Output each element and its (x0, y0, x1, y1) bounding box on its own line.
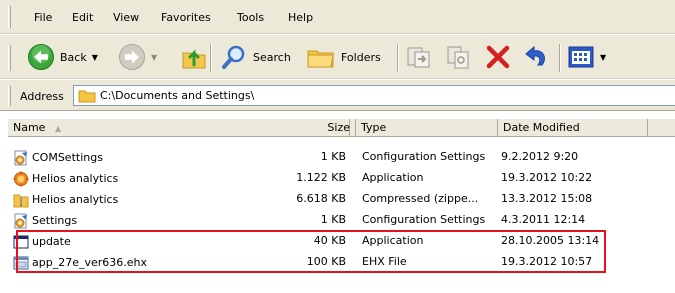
column-header-extra (648, 119, 675, 137)
delete-x-icon (486, 45, 510, 69)
file-date-modified: 19.3.2012 10:22 (501, 171, 593, 184)
forward-dropdown-icon[interactable]: ▼ (151, 53, 157, 62)
views-grid-icon (568, 46, 594, 68)
file-date-modified: 13.3.2012 15:08 (501, 192, 593, 205)
copy-to-button[interactable] (444, 43, 472, 71)
address-label: Address (20, 90, 64, 103)
menu-view[interactable]: View (113, 11, 139, 24)
delete-button[interactable] (484, 43, 512, 71)
toolbar-separator (397, 44, 399, 72)
folders-label: Folders (341, 50, 381, 64)
file-type: Application (362, 171, 424, 184)
file-row[interactable]: Settings 1 KB Configuration Settings 4.3… (8, 210, 675, 231)
standard-toolbar: Back ▼ ▼ Search Folders ▼ (0, 35, 675, 79)
column-header-date-modified[interactable]: Date Modified (498, 119, 648, 137)
column-header-type-label: Type (361, 121, 387, 134)
file-type: Configuration Settings (362, 150, 486, 163)
copy-to-icon (447, 46, 469, 69)
toolbar-separator (210, 44, 212, 72)
back-arrow-icon (28, 44, 54, 70)
details-column-headers: Name ▲ Size Type Date Modified (8, 118, 675, 137)
back-button[interactable]: Back ▼ (27, 43, 98, 71)
move-to-icon (407, 47, 430, 68)
folders-button[interactable]: Folders (306, 43, 381, 71)
toolbar-grip[interactable] (8, 45, 11, 71)
address-field[interactable]: C:\Documents and Settings\ (73, 85, 675, 106)
views-button[interactable]: ▼ (567, 43, 606, 71)
highlight-box (16, 230, 606, 273)
file-size: 1 KB (320, 213, 346, 226)
menu-help[interactable]: Help (288, 11, 313, 24)
toolbar-separator (559, 44, 561, 72)
search-icon (222, 45, 245, 69)
address-bar: Address C:\Documents and Settings\ (0, 80, 675, 111)
file-size: 1.122 KB (296, 171, 346, 184)
back-label: Back (60, 50, 87, 64)
undo-button[interactable] (522, 43, 550, 71)
file-row[interactable]: COMSettings 1 KB Configuration Settings … (8, 147, 675, 168)
undo-icon (525, 45, 545, 66)
file-row[interactable]: Helios analytics 6.618 KB Compressed (zi… (8, 189, 675, 210)
menu-file[interactable]: File (34, 11, 52, 24)
menu-bar-grip[interactable] (8, 6, 11, 28)
file-size: 6.618 KB (296, 192, 346, 205)
folder-icon (78, 90, 96, 102)
move-to-button[interactable] (405, 43, 433, 71)
file-date-modified: 9.2.2012 9:20 (501, 150, 579, 163)
address-bar-grip[interactable] (8, 86, 11, 106)
search-button[interactable]: Search (220, 43, 291, 71)
folders-icon (307, 50, 334, 68)
file-type: Compressed (zippe... (362, 192, 479, 205)
views-dropdown-icon[interactable]: ▼ (600, 53, 606, 62)
file-type: Configuration Settings (362, 213, 486, 226)
back-dropdown-icon[interactable]: ▼ (92, 53, 98, 62)
menu-bar: File Edit View Favorites Tools Help (0, 0, 675, 34)
menu-edit[interactable]: Edit (72, 11, 93, 24)
file-date-modified: 4.3.2011 12:14 (501, 213, 586, 226)
column-header-type[interactable]: Type (356, 119, 498, 137)
menu-favorites[interactable]: Favorites (161, 11, 211, 24)
column-header-date-label: Date Modified (503, 121, 580, 134)
address-value: C:\Documents and Settings\ (100, 89, 255, 102)
menu-tools[interactable]: Tools (237, 11, 264, 24)
forward-arrow-icon (119, 44, 145, 70)
column-header-size[interactable]: Size (8, 119, 356, 137)
column-header-size-label: Size (327, 121, 350, 134)
up-folder-icon (182, 49, 206, 69)
up-folder-button[interactable] (180, 43, 208, 71)
search-label: Search (253, 50, 291, 64)
forward-button[interactable]: ▼ (118, 43, 157, 71)
file-row[interactable]: Helios analytics 1.122 KB Application 19… (8, 168, 675, 189)
file-size: 1 KB (320, 150, 346, 163)
